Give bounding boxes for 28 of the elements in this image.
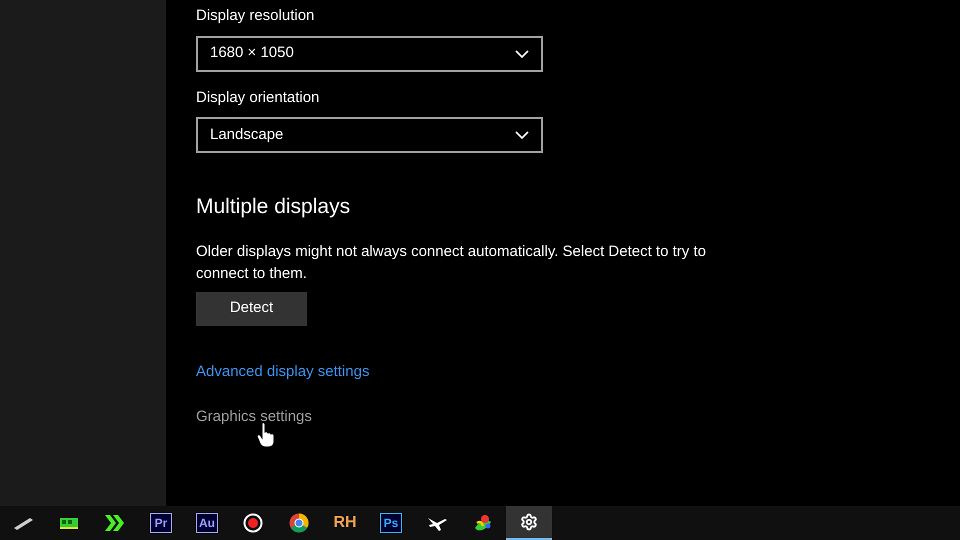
description-text: Older displays might not always connect automatically. Select Detect to try to connect to them. [196,242,707,284]
detect-button[interactable]: Detect [196,292,307,326]
field-label: Display orientation [196,88,320,108]
taskbar-button[interactable] [506,506,552,540]
section-heading: Multiple displays [196,194,352,220]
dropdown[interactable]: Landscape [196,117,543,153]
taskbar-button[interactable]: Au [184,506,230,540]
chevron-down-icon [515,131,529,139]
record-icon [243,513,263,533]
pen-icon [12,516,34,530]
chevron-down-icon [515,50,529,58]
app-badge-icon: Au [196,513,218,533]
app-label-icon: RH [333,511,357,535]
settings-link[interactable]: Advanced display settings [196,362,370,380]
app-badge-icon: Pr [150,513,172,533]
swirl-icon [473,514,493,532]
taskbar-button[interactable]: Pr [138,506,184,540]
settings-item[interactable]: Graphics settings [196,408,312,424]
app-badge-icon: Ps [380,513,402,533]
dropdown[interactable]: 1680 × 1050 [196,36,543,72]
field-label: Display resolution [196,6,316,26]
taskbar-button[interactable]: Ps [368,506,414,540]
memory-chip-icon [59,516,79,530]
double-chevron-icon [104,515,126,531]
taskbar-button[interactable]: RH [322,506,368,540]
settings-icon [520,513,538,531]
browser-icon [289,513,309,533]
airplane-icon [427,515,447,531]
